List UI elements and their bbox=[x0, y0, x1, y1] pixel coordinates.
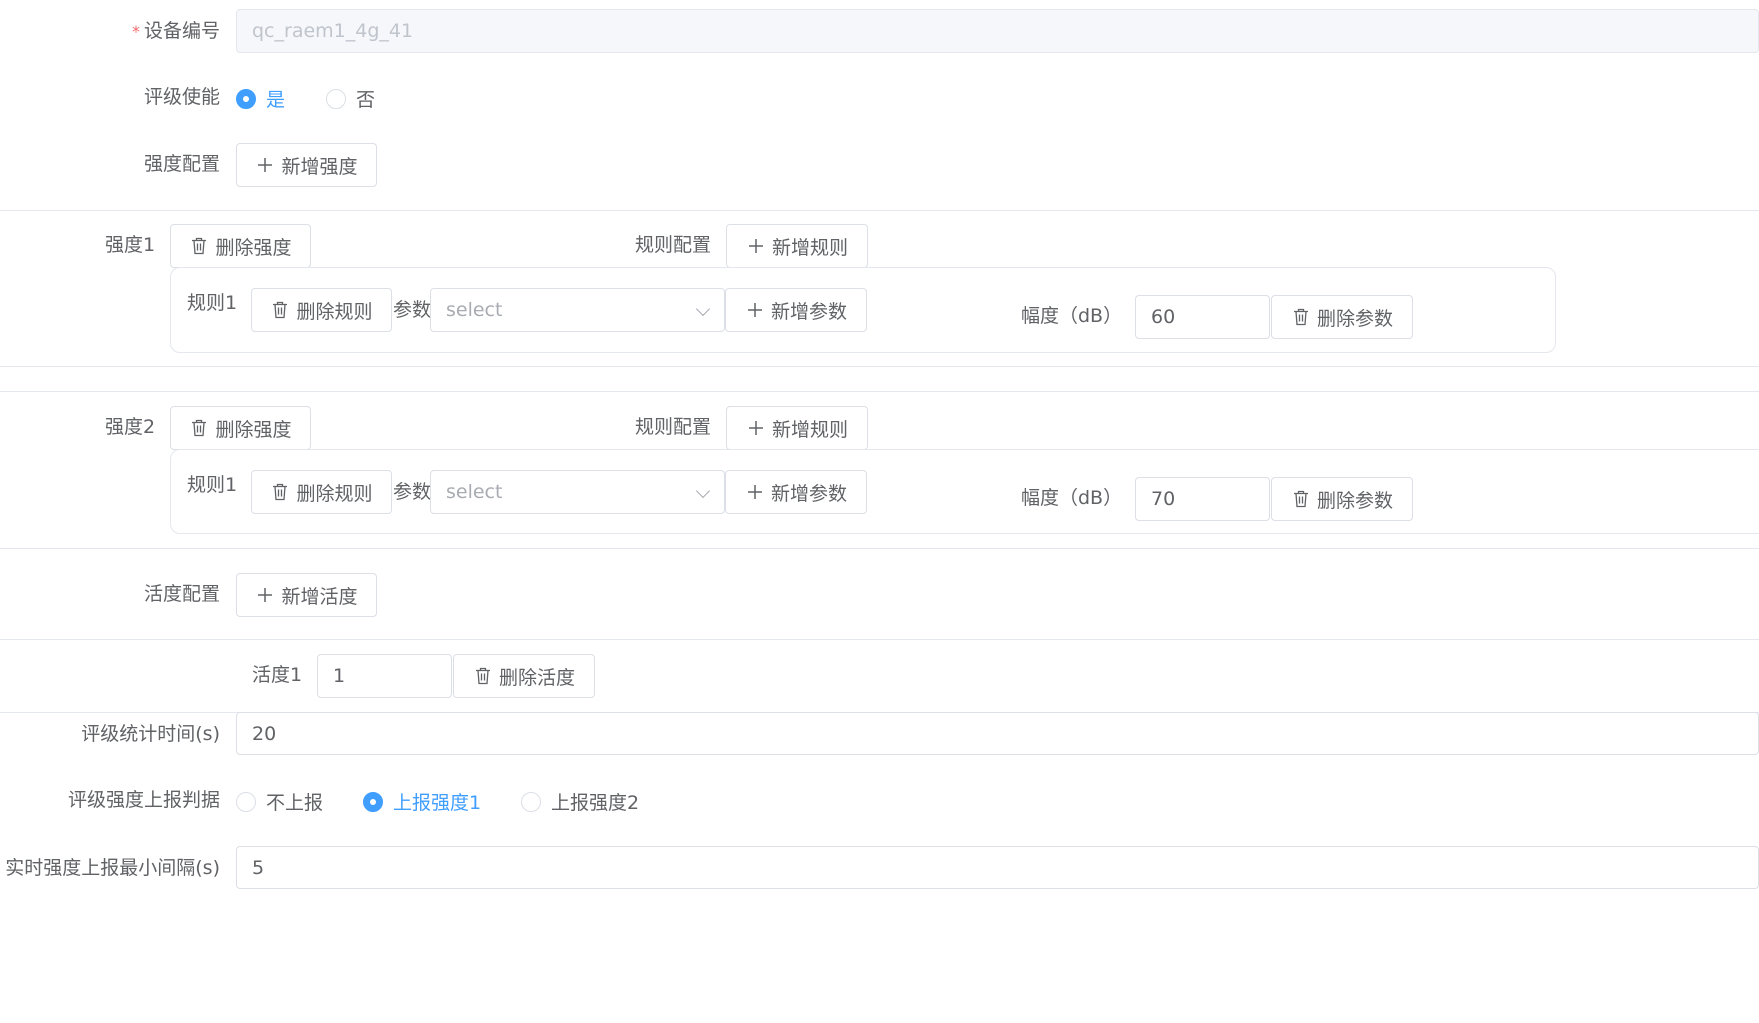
rule-config-label: 规则配置 bbox=[635, 234, 712, 256]
radio-label: 上报强度1 bbox=[393, 792, 482, 814]
param-select[interactable]: select bbox=[430, 288, 725, 332]
chevron-down-icon bbox=[695, 301, 711, 317]
add-intensity-button[interactable]: 新增强度 bbox=[236, 143, 377, 187]
divider bbox=[0, 548, 1759, 549]
activity-value: 1 bbox=[333, 665, 346, 687]
add-activity-button[interactable]: 新增活度 bbox=[236, 573, 377, 617]
button-label: 新增规则 bbox=[771, 236, 848, 259]
radio-circle bbox=[363, 791, 383, 812]
button-label: 新增活度 bbox=[281, 585, 358, 608]
radio-circle bbox=[236, 791, 256, 812]
amplitude-label: 幅度（dB） bbox=[1021, 487, 1123, 509]
radio-label: 否 bbox=[356, 89, 376, 111]
radio-circle bbox=[326, 88, 346, 109]
min-interval-input[interactable]: 5 bbox=[236, 846, 1759, 889]
button-label: 删除强度 bbox=[215, 418, 292, 441]
activity-1-label: 活度1 bbox=[252, 664, 303, 686]
plus-icon bbox=[255, 155, 275, 175]
rating-enable-no-radio[interactable]: 否 bbox=[326, 85, 375, 112]
divider bbox=[0, 366, 1759, 367]
button-label: 新增参数 bbox=[770, 300, 847, 323]
delete-intensity-1-button[interactable]: 删除强度 bbox=[170, 224, 311, 268]
param-label: 参数 bbox=[393, 481, 432, 503]
delete-activity-button[interactable]: 删除活度 bbox=[453, 654, 595, 698]
button-label: 删除强度 bbox=[215, 236, 292, 259]
device-id-input[interactable]: qc_raem1_4g_41 bbox=[236, 9, 1759, 53]
radio-label: 不上报 bbox=[266, 792, 324, 814]
divider bbox=[0, 210, 1759, 211]
delete-rule-2-button[interactable]: 删除规则 bbox=[251, 470, 392, 514]
activity-1-input[interactable]: 1 bbox=[317, 654, 452, 698]
trash-icon bbox=[270, 482, 290, 502]
trash-icon bbox=[1291, 307, 1311, 327]
trash-icon bbox=[189, 418, 209, 438]
min-interval-value: 5 bbox=[252, 856, 265, 879]
param-select[interactable]: select bbox=[430, 470, 725, 514]
report-none-radio[interactable]: 不上报 bbox=[236, 788, 323, 815]
intensity-2-label: 强度2 bbox=[105, 416, 156, 438]
stat-time-input[interactable]: 20 bbox=[236, 712, 1759, 755]
add-param-1-button[interactable]: 新增参数 bbox=[725, 288, 867, 332]
intensity-config-label: 强度配置 bbox=[143, 153, 220, 175]
required-mark: * bbox=[131, 22, 140, 41]
rating-enable-yes-radio[interactable]: 是 bbox=[236, 85, 285, 112]
divider bbox=[0, 639, 1759, 640]
delete-param-2-button[interactable]: 删除参数 bbox=[1271, 477, 1413, 521]
divider bbox=[0, 391, 1759, 392]
trash-icon bbox=[473, 666, 493, 686]
rating-enable-label: 评级使能 bbox=[143, 86, 220, 108]
device-id-value: qc_raem1_4g_41 bbox=[252, 20, 414, 42]
button-label: 删除规则 bbox=[296, 482, 373, 505]
add-rule-1-button[interactable]: 新增规则 bbox=[726, 224, 868, 268]
stat-time-label: 评级统计时间(s) bbox=[81, 723, 220, 745]
delete-intensity-2-button[interactable]: 删除强度 bbox=[170, 406, 311, 450]
plus-icon bbox=[745, 482, 765, 502]
button-label: 删除规则 bbox=[296, 300, 373, 323]
chevron-down-icon bbox=[695, 483, 711, 499]
device-label-text: 设备编号 bbox=[143, 20, 220, 42]
amplitude-label: 幅度（dB） bbox=[1021, 305, 1123, 327]
plus-icon bbox=[746, 236, 766, 256]
rule-config-label: 规则配置 bbox=[635, 416, 712, 438]
button-label: 新增规则 bbox=[771, 418, 848, 441]
radio-circle bbox=[236, 88, 256, 109]
radio-label: 是 bbox=[266, 89, 286, 111]
amplitude-value: 60 bbox=[1151, 306, 1176, 328]
device-label: * 设备编号 bbox=[132, 19, 220, 44]
radio-label: 上报强度2 bbox=[551, 792, 640, 814]
min-interval-label: 实时强度上报最小间隔(s) bbox=[5, 857, 220, 879]
button-label: 删除活度 bbox=[498, 666, 575, 689]
select-placeholder: select bbox=[446, 481, 503, 503]
intensity-1-label: 强度1 bbox=[105, 234, 156, 256]
trash-icon bbox=[189, 236, 209, 256]
trash-icon bbox=[1291, 489, 1311, 509]
add-rule-2-button[interactable]: 新增规则 bbox=[726, 406, 868, 450]
plus-icon bbox=[746, 418, 766, 438]
rule-1-label: 规则1 bbox=[187, 292, 238, 314]
report-intensity-1-radio[interactable]: 上报强度1 bbox=[363, 788, 481, 815]
add-param-2-button[interactable]: 新增参数 bbox=[725, 470, 867, 514]
radio-circle bbox=[521, 791, 541, 812]
report-intensity-2-radio[interactable]: 上报强度2 bbox=[521, 788, 639, 815]
report-basis-label: 评级强度上报判据 bbox=[67, 789, 220, 811]
rule-1-label: 规则1 bbox=[187, 474, 238, 496]
button-label: 新增强度 bbox=[281, 155, 358, 178]
delete-param-1-button[interactable]: 删除参数 bbox=[1271, 295, 1413, 339]
amplitude-value: 70 bbox=[1151, 488, 1176, 510]
activity-config-label: 活度配置 bbox=[143, 583, 220, 605]
plus-icon bbox=[745, 300, 765, 320]
button-label: 新增参数 bbox=[770, 482, 847, 505]
select-placeholder: select bbox=[446, 299, 503, 321]
stat-time-value: 20 bbox=[252, 722, 277, 745]
button-label: 删除参数 bbox=[1316, 489, 1393, 512]
amplitude-input[interactable]: 70 bbox=[1135, 477, 1270, 521]
param-label: 参数 bbox=[393, 299, 432, 321]
plus-icon bbox=[255, 585, 275, 605]
trash-icon bbox=[270, 300, 290, 320]
delete-rule-1-button[interactable]: 删除规则 bbox=[251, 288, 392, 332]
button-label: 删除参数 bbox=[1316, 307, 1393, 330]
amplitude-input[interactable]: 60 bbox=[1135, 295, 1270, 339]
